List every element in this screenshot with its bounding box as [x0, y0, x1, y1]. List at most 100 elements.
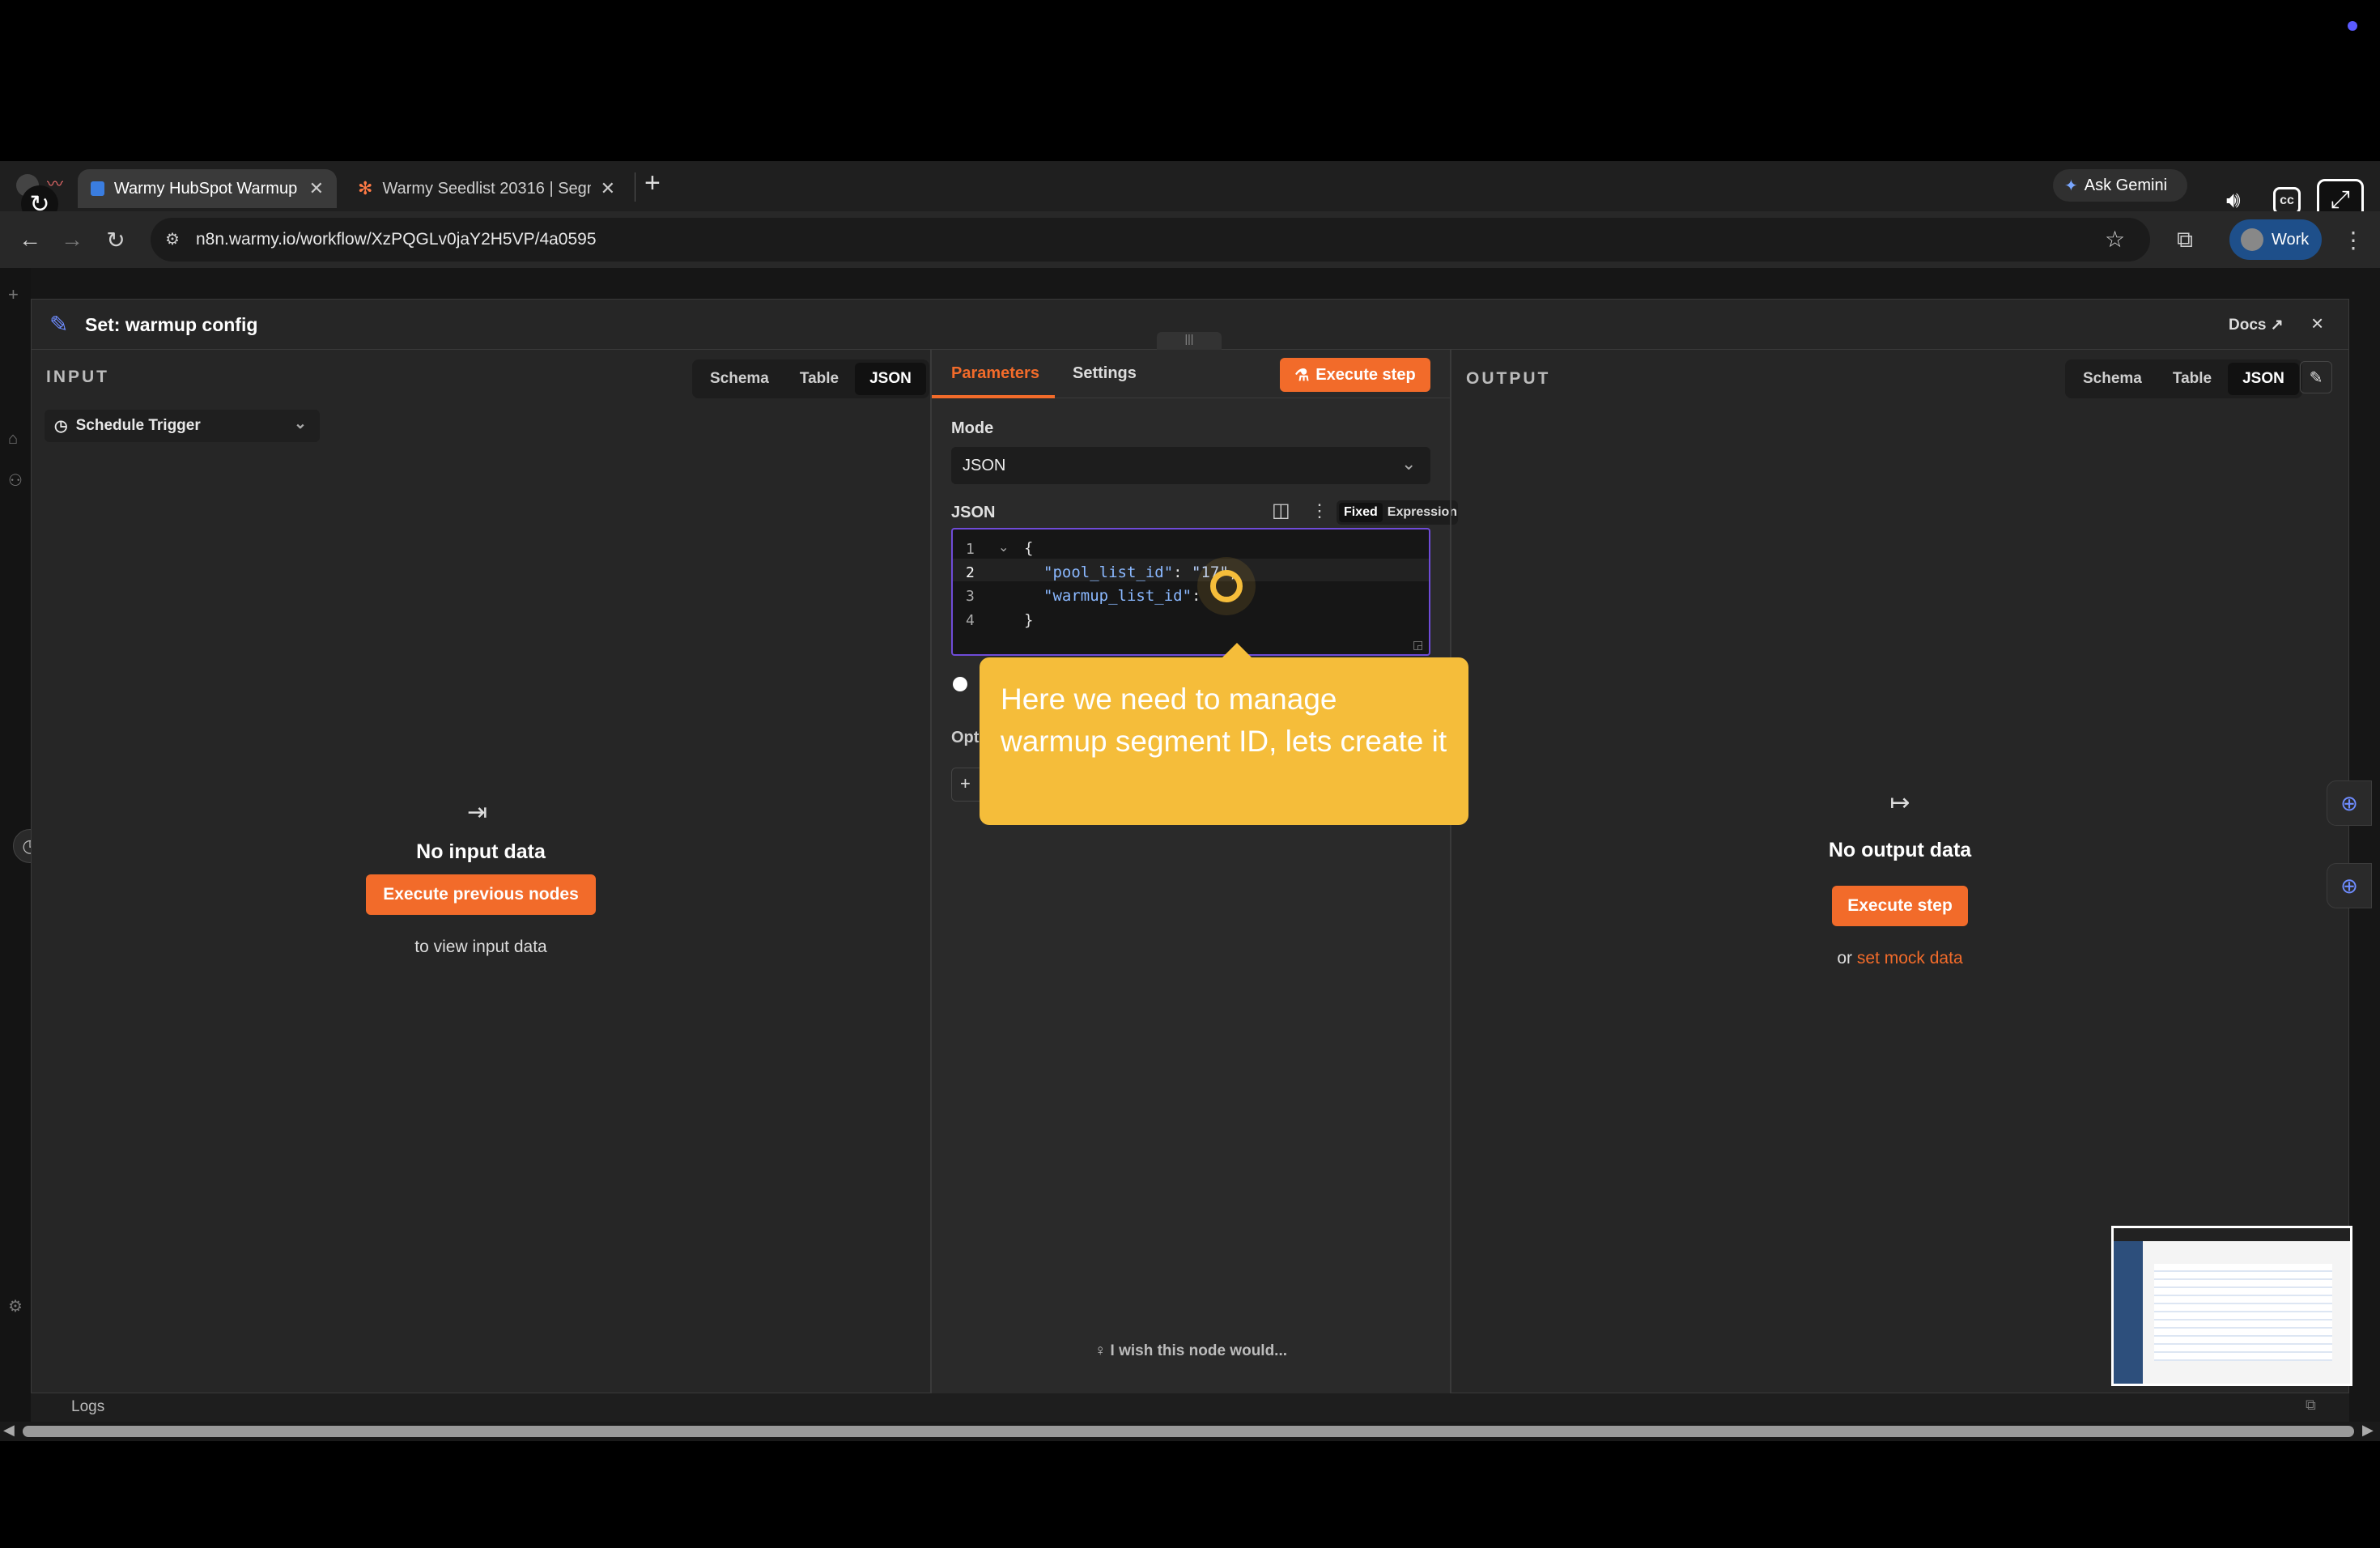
ask-gemini-button[interactable]: ✦ Ask Gemini — [2053, 169, 2187, 202]
thumb-toolbar — [2114, 1228, 2350, 1241]
chevron-down-icon: ⌄ — [294, 415, 307, 432]
external-link-icon: ↗ — [2270, 317, 2284, 334]
url-text: n8n.warmy.io/workflow/XzPQGLv0jaY2H5VP/4… — [196, 230, 597, 249]
mock-data-hint: or set mock data — [1451, 949, 2348, 968]
modal-header: ✎ Set: warmup config ||| Docs ↗ × — [32, 300, 2348, 350]
tab-parameters[interactable]: Parameters — [951, 364, 1039, 383]
logs-bar[interactable]: Logs ⧉ — [31, 1393, 2349, 1422]
tab-settings[interactable]: Settings — [1073, 364, 1137, 383]
edit-icon[interactable]: ✎ — [49, 311, 68, 338]
code-line-1: { — [1024, 539, 1034, 557]
docs-label: Docs — [2229, 317, 2267, 334]
scroll-thumb[interactable] — [23, 1426, 2354, 1437]
json-code-editor[interactable]: 1 2 3 4 ⌄ { "pool_list_id": "17", "warmu… — [951, 528, 1430, 656]
lightbulb-icon: ♀︎ — [1094, 1342, 1111, 1359]
code-line-4: } — [1024, 611, 1034, 629]
json-label: JSON — [951, 504, 996, 521]
output-arrow-icon: ↦ — [1889, 789, 1910, 816]
input-view-table[interactable]: Table — [785, 363, 853, 395]
line-number: 3 — [966, 588, 975, 605]
toggle-knob[interactable] — [953, 677, 967, 691]
params-tabbar: Parameters Settings ⚗ Execute step — [932, 350, 1450, 398]
execute-step-button[interactable]: ⚗ Execute step — [1280, 358, 1430, 392]
drag-handle[interactable]: ||| — [1157, 332, 1222, 350]
no-input-title: No input data — [416, 840, 546, 863]
output-view-schema[interactable]: Schema — [2068, 363, 2157, 395]
address-bar[interactable]: ⚙ n8n.warmy.io/workflow/XzPQGLv0jaY2H5VP… — [151, 218, 2150, 262]
logs-label: Logs — [71, 1398, 105, 1415]
tab-warmy-hubspot[interactable]: Warmy HubSpot Warmup F ✕ — [78, 169, 337, 208]
chevron-down-icon: ⌄ — [1401, 453, 1417, 474]
hubspot-favicon-icon: ✻ — [358, 178, 373, 198]
scroll-left-icon[interactable]: ◀ — [3, 1422, 15, 1439]
add-icon[interactable]: + — [8, 284, 19, 305]
code-line-3: "warmup_list_id": " — [1043, 587, 1219, 605]
no-output-title: No output data — [1828, 839, 1972, 861]
input-panel: INPUT Schema Table JSON ◷ Schedule Trigg… — [32, 350, 930, 1394]
browser-menu-icon[interactable]: ⋮ — [2335, 221, 2372, 258]
input-heading: INPUT — [46, 368, 109, 386]
json-sep: : — [1173, 563, 1192, 581]
input-hint: to view input data — [414, 938, 547, 956]
edit-output-icon[interactable]: ✎ — [2300, 361, 2332, 393]
profile-label: Work — [2272, 230, 2310, 249]
gemini-sparkle-icon: ✦ — [2064, 176, 2078, 195]
browser-tab-strip: 〰 Warmy HubSpot Warmup F ✕ ✻ Warmy Seedl… — [0, 161, 2380, 223]
globe-icon[interactable]: ⊕ — [2327, 863, 2372, 908]
docs-link[interactable]: Docs ↗ — [2229, 316, 2284, 334]
fixed-option[interactable]: Fixed — [1339, 503, 1383, 522]
close-tab-icon[interactable]: ✕ — [601, 178, 615, 199]
user-icon[interactable]: ⚇ — [8, 470, 23, 491]
feedback-link[interactable]: ♀︎ I wish this node would... — [932, 1342, 1450, 1360]
output-view-json[interactable]: JSON — [2228, 363, 2299, 395]
home-icon[interactable]: ⌂ — [8, 430, 18, 449]
tab-label: Warmy Seedlist 20316 | Segme — [382, 179, 591, 198]
video-thumbnail[interactable] — [2111, 1226, 2352, 1386]
settings-icon[interactable]: ⚙ — [8, 1296, 23, 1316]
close-tab-icon[interactable]: ✕ — [309, 178, 324, 199]
input-view-schema[interactable]: Schema — [695, 363, 784, 395]
fold-chevron-icon[interactable]: ⌄ — [998, 539, 1009, 555]
execute-step-label: Execute step — [1315, 365, 1416, 384]
site-info-icon[interactable]: ⚙ — [165, 229, 180, 249]
mode-value: JSON — [963, 456, 1006, 474]
popout-icon[interactable]: ⧉ — [2306, 1397, 2316, 1414]
avatar — [2241, 228, 2263, 251]
split-view-icon[interactable]: ◫ — [1272, 499, 1290, 522]
execute-previous-nodes-button[interactable]: Execute previous nodes — [366, 874, 596, 915]
parameters-panel: Parameters Settings ⚗ Execute step Mode J… — [932, 350, 1458, 1394]
profile-button[interactable]: Work — [2229, 219, 2322, 260]
mode-select[interactable]: JSON ⌄ — [951, 447, 1430, 484]
globe-icon[interactable]: ⊕ — [2327, 780, 2372, 826]
tab-warmy-seedlist[interactable]: ✻ Warmy Seedlist 20316 | Segme ✕ — [345, 169, 628, 208]
output-view-table[interactable]: Table — [2158, 363, 2226, 395]
scroll-right-icon[interactable]: ▶ — [2362, 1422, 2374, 1439]
bookmark-star-icon[interactable]: ☆ — [2105, 226, 2125, 253]
fixed-expression-toggle: Fixed Expression — [1337, 500, 1458, 525]
input-view-json[interactable]: JSON — [855, 363, 926, 395]
forward-icon[interactable]: → — [53, 221, 91, 258]
add-option-button[interactable]: + — [951, 768, 984, 802]
node-details-modal: ✎ Set: warmup config ||| Docs ↗ × INPUT … — [31, 299, 2349, 1394]
horizontal-scrollbar[interactable]: ◀ ▶ — [0, 1422, 2380, 1441]
reload-icon[interactable]: ↻ — [97, 221, 134, 258]
extensions-icon[interactable]: ⧉ — [2166, 221, 2204, 258]
active-tab-underline — [932, 395, 1055, 398]
guide-tooltip: Here we need to manage warmup segment ID… — [980, 643, 1468, 825]
input-source-select[interactable]: ◷ Schedule Trigger ⌄ — [45, 410, 320, 442]
thumb-sidebar — [2114, 1241, 2143, 1384]
captions-icon[interactable]: cc — [2273, 187, 2301, 215]
node-title[interactable]: Set: warmup config — [85, 314, 257, 336]
or-label: or — [1837, 949, 1853, 968]
more-options-icon[interactable]: ⋮ — [1311, 500, 1328, 521]
set-mock-data-link[interactable]: set mock data — [1857, 949, 1963, 968]
output-execute-step-button[interactable]: Execute step — [1832, 886, 1968, 926]
close-modal-button[interactable]: × — [2311, 311, 2323, 336]
ask-gemini-label: Ask Gemini — [2084, 176, 2168, 194]
new-tab-button[interactable]: + — [644, 168, 661, 199]
resize-handle-icon[interactable]: ◲ — [1413, 638, 1423, 652]
back-icon[interactable]: ← — [11, 221, 49, 258]
line-number: 1 — [966, 541, 975, 558]
thumb-table — [2154, 1264, 2332, 1361]
speaker-icon[interactable]: 🔊︎ — [2226, 187, 2254, 215]
